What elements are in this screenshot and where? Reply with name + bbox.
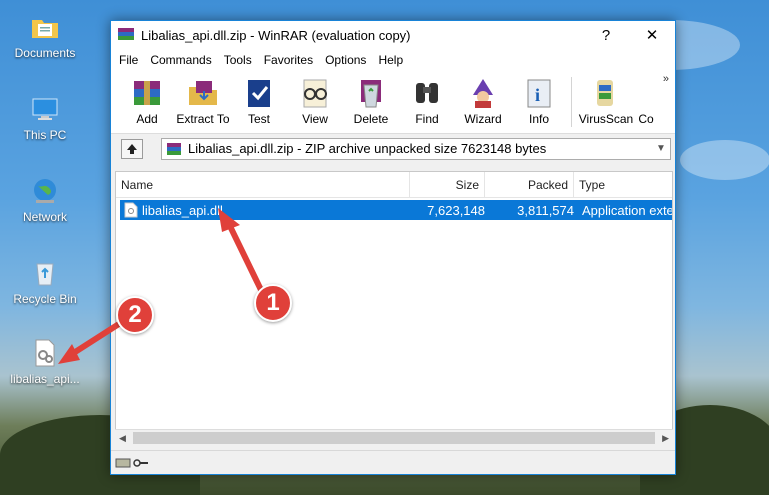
arrow-1-head <box>218 208 240 232</box>
annotation-arrows <box>58 208 265 364</box>
annotation-badge-2: 2 <box>116 296 154 334</box>
arrow-2-line <box>70 319 124 357</box>
arrow-2-head <box>58 344 80 364</box>
annotation-badge-1: 1 <box>254 284 292 322</box>
arrow-1-line <box>225 220 265 294</box>
